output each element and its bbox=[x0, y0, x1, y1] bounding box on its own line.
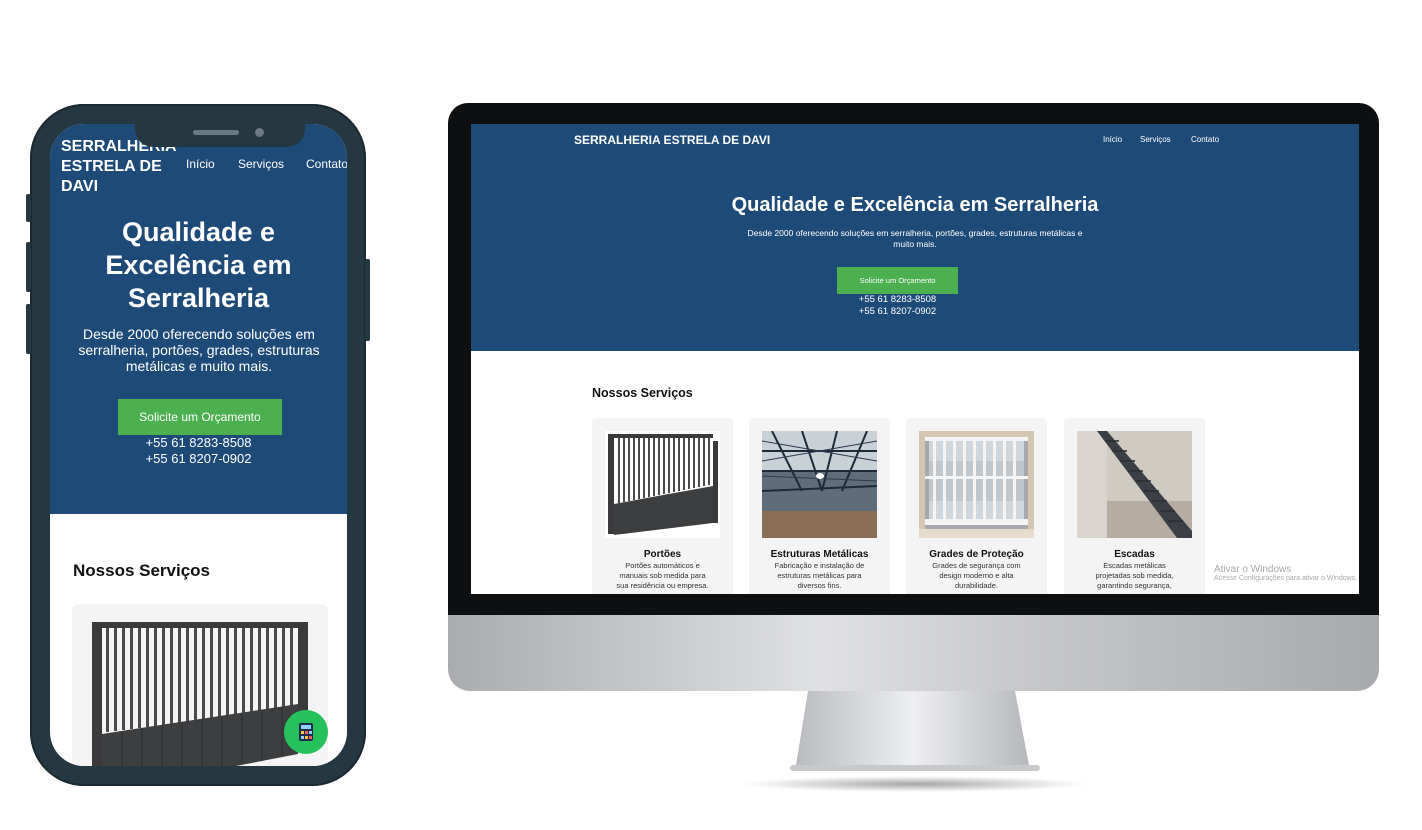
service-card-escadas[interactable]: Escadas Escadas metálicas projetadas sob… bbox=[1064, 418, 1205, 594]
windows-activation-watermark: Ativar o Windows Acesse Configurações pa… bbox=[1214, 564, 1357, 582]
subtitle-line: serralheria, portões, grades, estruturas bbox=[78, 342, 320, 358]
description-line: manuais sob medida para bbox=[619, 571, 706, 580]
mobile-hero-title: Qualidade e Excelência em Serralheria bbox=[50, 216, 347, 315]
title-line: Serralheria bbox=[127, 283, 270, 313]
service-card-estruturas-metalicas[interactable]: Estruturas Metálicas Fabricação e instal… bbox=[749, 418, 890, 594]
staircase-photo bbox=[1077, 431, 1192, 538]
description-line: Grades de segurança com bbox=[932, 561, 1021, 570]
phone-power-button bbox=[365, 259, 370, 341]
desktop-screen: SERRALHERIA ESTRELA DE DAVI Início Servi… bbox=[471, 124, 1359, 594]
desktop-hero: SERRALHERIA ESTRELA DE DAVI Início Servi… bbox=[471, 124, 1359, 351]
mobile-hero: SERRALHERIA ESTRELA DE DAVI Início Servi… bbox=[50, 124, 347, 514]
description-line: durabilidade. bbox=[955, 581, 998, 590]
subtitle-line: Desde 2000 oferecendo soluções em serral… bbox=[747, 228, 1083, 238]
service-description: Escadas metálicas projetadas sob medida,… bbox=[1074, 561, 1195, 591]
mobile-phone-numbers: +55 61 8283-8508 +55 61 8207-0902 bbox=[50, 435, 347, 467]
phone-mute-button bbox=[26, 194, 31, 222]
service-title: Estruturas Metálicas bbox=[770, 549, 869, 560]
activation-subtitle: Acesse Configurações para ativar o Windo… bbox=[1214, 575, 1358, 582]
calculator-fab-button[interactable] bbox=[284, 710, 328, 754]
title-line: Excelência em bbox=[105, 250, 292, 280]
brand-line: DAVI bbox=[61, 178, 99, 195]
desktop-brand-logo[interactable]: SERRALHERIA ESTRELA DE DAVI bbox=[574, 133, 770, 147]
phone-volume-up-button bbox=[26, 242, 31, 292]
service-title: Portões bbox=[643, 549, 682, 560]
service-description: Portões automáticos e manuais sob medida… bbox=[602, 561, 723, 591]
desktop-monitor: SERRALHERIA ESTRELA DE DAVI Início Servi… bbox=[448, 103, 1379, 691]
gate-photo bbox=[605, 431, 720, 538]
service-card-portoes[interactable]: Portões Portões automáticos e manuais so… bbox=[592, 418, 733, 594]
mobile-screen: SERRALHERIA ESTRELA DE DAVI Início Servi… bbox=[50, 124, 347, 766]
description-line: diversos fins. bbox=[797, 581, 842, 590]
nav-link-contato[interactable]: Contato bbox=[1191, 135, 1219, 144]
phone-number[interactable]: +55 61 8207-0902 bbox=[471, 306, 1324, 318]
phone-number[interactable]: +55 61 8207-0902 bbox=[50, 451, 347, 467]
nav-link-inicio[interactable]: Início bbox=[186, 157, 215, 171]
service-title: Escadas bbox=[1114, 549, 1155, 560]
phone-number[interactable]: +55 61 8283-8508 bbox=[50, 435, 347, 451]
service-description: Fabricação e instalação de estruturas me… bbox=[759, 561, 880, 591]
subtitle-line: metálicas e muito mais. bbox=[125, 358, 273, 374]
phone-mockup: SERRALHERIA ESTRELA DE DAVI Início Servi… bbox=[26, 104, 370, 786]
speaker-grille bbox=[193, 130, 239, 135]
stand-shadow bbox=[740, 776, 1090, 792]
nav-link-inicio[interactable]: Início bbox=[1103, 135, 1122, 144]
description-line: Escadas metálicas bbox=[1103, 561, 1166, 570]
request-quote-button[interactable]: Solicite um Orçamento bbox=[118, 399, 282, 435]
request-quote-button[interactable]: Solicite um Orçamento bbox=[837, 267, 958, 294]
monitor-chin bbox=[448, 615, 1379, 691]
title-line: Qualidade e bbox=[121, 217, 276, 247]
activation-title: Ativar o Windows bbox=[1214, 564, 1292, 575]
desktop-services-heading: Nossos Serviços bbox=[592, 386, 693, 400]
window-grille-photo bbox=[919, 431, 1034, 538]
calculator-icon bbox=[299, 723, 313, 741]
phone-notch bbox=[135, 124, 305, 147]
desktop-hero-subtitle: Desde 2000 oferecendo soluções em serral… bbox=[685, 228, 1145, 250]
description-line: estruturas metálicas para bbox=[777, 571, 862, 580]
brand-line: ESTRELA DE bbox=[61, 158, 162, 175]
front-camera bbox=[255, 128, 264, 137]
desktop-hero-title: Qualidade e Excelência em Serralheria bbox=[731, 194, 1099, 216]
subtitle-line: Desde 2000 oferecendo soluções em bbox=[83, 326, 315, 342]
monitor-bezel: SERRALHERIA ESTRELA DE DAVI Início Servi… bbox=[448, 103, 1379, 615]
description-line: Portões automáticos e bbox=[625, 561, 700, 570]
nav-link-servicos[interactable]: Serviços bbox=[1140, 135, 1171, 144]
description-line: sua residência ou empresa. bbox=[616, 581, 709, 590]
description-line: garantindo segurança, bbox=[1097, 581, 1172, 590]
steel-roof-photo bbox=[762, 431, 877, 538]
phone-number[interactable]: +55 61 8283-8508 bbox=[471, 294, 1324, 306]
monitor-stand bbox=[790, 691, 1040, 771]
desktop-phone-numbers: +55 61 8283-8508 +55 61 8207-0902 bbox=[471, 294, 1324, 318]
phone-volume-down-button bbox=[26, 304, 31, 354]
service-description: Grades de segurança com design moderno e… bbox=[916, 561, 1037, 591]
description-line: design moderno e alta bbox=[939, 571, 1014, 580]
subtitle-line: muito mais. bbox=[893, 239, 937, 249]
service-card-grades-de-protecao[interactable]: Grades de Proteção Grades de segurança c… bbox=[906, 418, 1047, 594]
mobile-services-heading: Nossos Serviços bbox=[73, 561, 211, 580]
description-line: Fabricação e instalação de bbox=[774, 561, 865, 570]
nav-link-servicos[interactable]: Serviços bbox=[238, 157, 284, 171]
mobile-hero-subtitle: Desde 2000 oferecendo soluções em serral… bbox=[74, 326, 324, 374]
nav-link-contato[interactable]: Contato bbox=[306, 157, 347, 171]
service-title: Grades de Proteção bbox=[929, 549, 1024, 560]
description-line: projetadas sob medida, bbox=[1095, 571, 1174, 580]
gate-photo bbox=[92, 622, 308, 766]
